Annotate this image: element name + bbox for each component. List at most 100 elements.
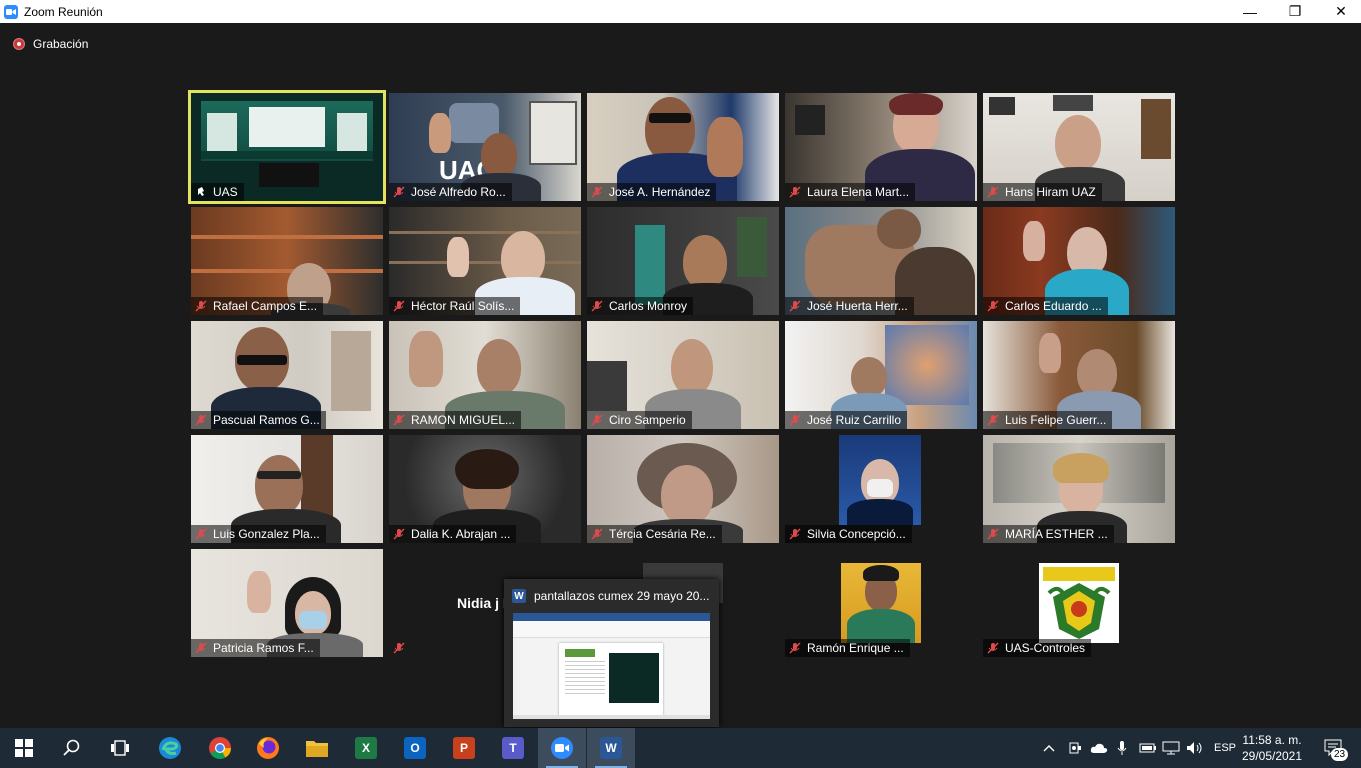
pin-icon — [198, 187, 204, 196]
muted-mic-icon — [195, 528, 207, 540]
close-button[interactable]: ✕ — [1318, 0, 1361, 23]
volume-button[interactable] — [1186, 728, 1204, 768]
language-indicator[interactable]: ESP — [1214, 728, 1236, 768]
muted-mic-icon — [789, 642, 801, 654]
participant-tile[interactable]: Pascual Ramos G... — [191, 321, 383, 429]
teams-taskbar-button[interactable]: T — [489, 728, 537, 768]
recording-label: Grabación — [33, 37, 89, 51]
participant-tile[interactable]: UAS — [188, 90, 386, 204]
clock-time: 11:58 a. m. — [1242, 733, 1302, 747]
participant-nameplate: Héctor Raúl Solís... — [389, 297, 521, 315]
participant-tile[interactable]: Ramón Enrique ... — [785, 549, 977, 657]
muted-mic-icon — [393, 300, 405, 312]
show-hidden-icons-button[interactable] — [1042, 728, 1056, 768]
edge-icon — [159, 737, 181, 759]
edge-taskbar-button[interactable] — [146, 728, 194, 768]
excel-taskbar-button[interactable]: X — [342, 728, 390, 768]
participant-nameplate: MARÍA ESTHER ... — [983, 525, 1114, 543]
meet-now-icon — [1069, 742, 1081, 754]
microphone-button[interactable] — [1116, 728, 1128, 768]
participant-nameplate: Rafael Campos E... — [191, 297, 324, 315]
recording-indicator[interactable]: Grabación — [13, 37, 88, 51]
participant-tile[interactable]: José A. Hernández — [587, 93, 779, 201]
participant-tile[interactable]: Carlos Eduardo ... — [983, 207, 1175, 315]
volume-icon — [1187, 742, 1202, 754]
battery-button[interactable] — [1139, 728, 1157, 768]
participant-tile[interactable]: Carlos Monroy — [587, 207, 779, 315]
network-icon — [1162, 741, 1180, 755]
file-explorer-taskbar-button[interactable] — [293, 728, 341, 768]
participant-tile[interactable]: Ciro Samperio — [587, 321, 779, 429]
participant-tile[interactable]: UAS-Controles — [983, 549, 1175, 657]
taskbar-window-preview[interactable]: W pantallazos cumex 29 mayo 20... — [504, 579, 719, 727]
participant-tile[interactable]: Hans Hiram UAZ — [983, 93, 1175, 201]
participant-tile[interactable]: Dalia K. Abrajan ... — [389, 435, 581, 543]
start-button[interactable] — [0, 728, 48, 768]
minimize-button[interactable]: — — [1227, 0, 1273, 23]
outlook-taskbar-button[interactable]: O — [391, 728, 439, 768]
window-titlebar: Zoom Reunión — ❐ ✕ — [0, 0, 1361, 23]
muted-mic-icon — [789, 186, 801, 198]
teams-icon: T — [502, 737, 524, 759]
preview-title: W pantallazos cumex 29 mayo 20... — [512, 589, 709, 603]
search-icon — [63, 739, 80, 756]
outlook-icon: O — [404, 737, 426, 759]
participant-nameplate: UAS-Controles — [983, 639, 1092, 657]
participant-nameplate: Dalia K. Abrajan ... — [389, 525, 517, 543]
participant-tile[interactable]: Luis Gonzalez Pla... — [191, 435, 383, 543]
participant-nameplate: Ramón Enrique ... — [785, 639, 910, 657]
zoom-app-icon — [4, 4, 18, 19]
muted-mic-icon — [195, 300, 207, 312]
participant-nameplate: Laura Elena Mart... — [785, 183, 916, 201]
participant-tile[interactable]: Laura Elena Mart... — [785, 93, 977, 201]
task-view-icon — [111, 740, 129, 756]
muted-mic-icon — [393, 414, 405, 426]
uas-logo — [1039, 563, 1119, 643]
participant-tile[interactable]: Tércia Cesária Re... — [587, 435, 779, 543]
recording-icon — [13, 38, 25, 50]
participant-nameplate: RAMON MIGUEL... — [389, 411, 522, 429]
onedrive-button[interactable] — [1090, 728, 1108, 768]
participant-nameplate: Silvia Concepció... — [785, 525, 912, 543]
participant-tile[interactable]: José Huerta Herr... — [785, 207, 977, 315]
participant-tile[interactable]: UAC José Alfredo Ro... — [389, 93, 581, 201]
cloud-icon — [1090, 743, 1108, 753]
powerpoint-icon: P — [453, 737, 475, 759]
maximize-button[interactable]: ❐ — [1272, 0, 1318, 23]
search-button[interactable] — [48, 728, 96, 768]
muted-mic-icon — [195, 642, 207, 654]
participant-nameplate: Patricia Ramos F... — [191, 639, 320, 657]
muted-mic-icon — [591, 186, 603, 198]
powerpoint-taskbar-button[interactable]: P — [440, 728, 488, 768]
participant-tile[interactable]: Rafael Campos E... — [191, 207, 383, 315]
firefox-taskbar-button[interactable] — [244, 728, 292, 768]
participant-tile[interactable]: MARÍA ESTHER ... — [983, 435, 1175, 543]
preview-thumbnail[interactable] — [513, 613, 710, 719]
word-icon: W — [600, 737, 622, 759]
participant-nameplate: Luis Felipe Guerr... — [983, 411, 1113, 429]
participant-nameplate: José Alfredo Ro... — [389, 183, 512, 201]
muted-mic-icon — [789, 528, 801, 540]
participant-tile[interactable]: Silvia Concepció... — [785, 435, 977, 543]
chrome-taskbar-button[interactable] — [196, 728, 244, 768]
word-taskbar-button[interactable]: W — [587, 728, 635, 768]
tray-location-button[interactable] — [1068, 728, 1082, 768]
participant-tile[interactable]: Luis Felipe Guerr... — [983, 321, 1175, 429]
participant-nameplate: José Huerta Herr... — [785, 297, 914, 315]
participant-nameplate: José A. Hernández — [587, 183, 717, 201]
muted-mic-icon — [393, 642, 405, 654]
participant-nameplate: Ciro Samperio — [587, 411, 692, 429]
participant-tile[interactable]: RAMON MIGUEL... — [389, 321, 581, 429]
taskbar-clock[interactable]: 11:58 a. m. 29/05/2021 — [1237, 732, 1307, 764]
participant-tile[interactable]: José Ruiz Carrillo — [785, 321, 977, 429]
window-title: Zoom Reunión — [24, 4, 103, 19]
network-button[interactable] — [1162, 728, 1180, 768]
muted-mic-icon — [591, 300, 603, 312]
zoom-taskbar-button[interactable] — [538, 728, 586, 768]
participant-tile[interactable]: Héctor Raúl Solís... — [389, 207, 581, 315]
participant-tile[interactable]: Patricia Ramos F... — [191, 549, 383, 657]
task-view-button[interactable] — [96, 728, 144, 768]
participant-nameplate: Pascual Ramos G... — [191, 411, 326, 429]
notifications-button[interactable]: 23 — [1323, 728, 1349, 768]
muted-mic-icon — [789, 300, 801, 312]
